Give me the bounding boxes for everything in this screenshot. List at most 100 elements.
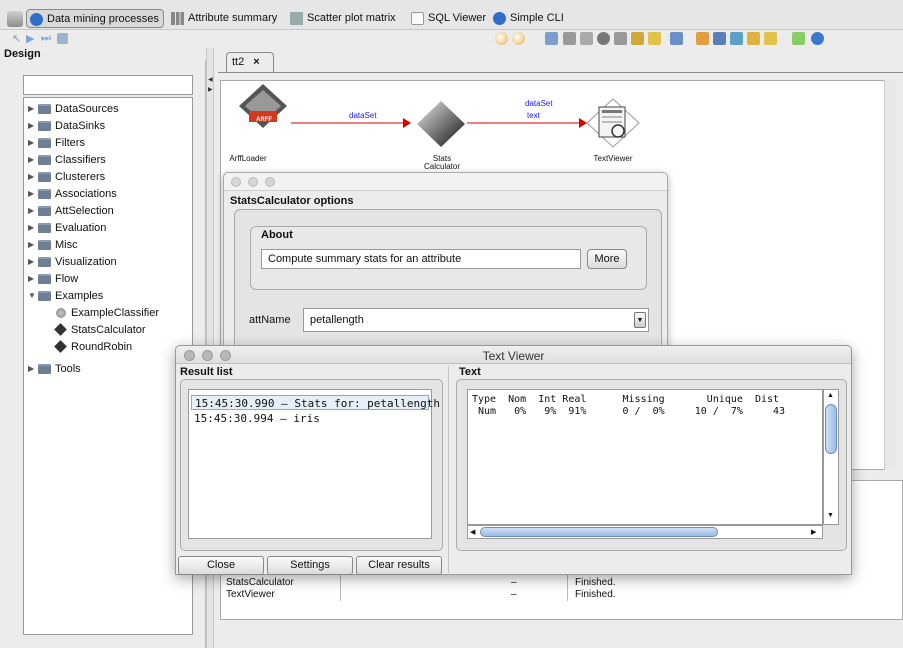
- clear-results-button[interactable]: Clear results: [356, 556, 442, 575]
- tab-simple-cli[interactable]: Simple CLI: [490, 9, 568, 28]
- scroll-down-icon[interactable]: ▼: [827, 512, 834, 519]
- text-viewer-titlebar[interactable]: Text Viewer: [176, 346, 851, 364]
- save-icon[interactable]: [713, 32, 726, 45]
- zoom-in-icon[interactable]: [495, 32, 508, 45]
- close-button[interactable]: Close: [178, 556, 264, 575]
- play-icon[interactable]: ▶: [26, 32, 39, 45]
- cli-icon: [493, 12, 506, 25]
- status-text: Finished.: [575, 577, 616, 588]
- statscalculator-node[interactable]: [417, 101, 465, 147]
- step-icon[interactable]: ⏭: [41, 32, 54, 45]
- connection-arrow: [579, 118, 587, 128]
- folder-icon: [38, 138, 51, 148]
- statscalculator-label-line2: Calculator: [423, 162, 460, 171]
- result-list[interactable]: 15:45:30.990 – Stats for: petallength 15…: [188, 389, 440, 539]
- expand-icon[interactable]: ▶: [28, 220, 34, 236]
- canvas-vertical-scrollbar[interactable]: [884, 80, 896, 470]
- attname-select[interactable]: petallength ▼: [303, 308, 649, 332]
- expand-icon[interactable]: ▶: [28, 169, 34, 185]
- result-list-label: Result list: [180, 366, 233, 378]
- attname-value: petallength: [310, 314, 364, 326]
- collapse-left-icon[interactable]: ◀: [208, 76, 213, 83]
- expand-icon[interactable]: ▶: [28, 254, 34, 270]
- note-icon[interactable]: [648, 32, 661, 45]
- expand-icon[interactable]: ▶: [28, 186, 34, 202]
- delete-icon[interactable]: [614, 32, 627, 45]
- expand-icon[interactable]: ▶: [28, 135, 34, 151]
- close-tab-icon[interactable]: ×: [253, 56, 259, 68]
- expand-icon[interactable]: ▶: [28, 118, 34, 134]
- expand-icon[interactable]: ▶: [28, 101, 34, 117]
- text-vertical-scrollbar[interactable]: ▲ ▼: [823, 389, 839, 525]
- select-all-icon[interactable]: [545, 32, 558, 45]
- stop-icon[interactable]: [57, 33, 68, 44]
- text-output[interactable]: Type Nom Int Real Missing Unique Dist Nu…: [467, 389, 823, 525]
- scroll-up-icon[interactable]: ▲: [827, 392, 834, 399]
- folder-icon: [38, 104, 51, 114]
- component-tree[interactable]: ▶ DataSources ▶ DataSinks ▶ Filters ▶ Classi…: [23, 97, 193, 635]
- tab-attribute-summary[interactable]: Attribute summary: [168, 9, 281, 28]
- expand-icon[interactable]: ▶: [28, 237, 34, 253]
- status-dash: –: [511, 577, 517, 588]
- design-panel-title: Design: [4, 48, 41, 60]
- scroll-left-icon[interactable]: ◀: [470, 528, 475, 536]
- tab-label: SQL Viewer: [428, 12, 487, 24]
- about-group: About Compute summary stats for an attri…: [250, 226, 647, 290]
- tab-scatter-plot-matrix[interactable]: Scatter plot matrix: [287, 9, 400, 28]
- status-row[interactable]: StatsCalculator – Finished.: [221, 577, 903, 589]
- scroll-thumb[interactable]: [825, 404, 837, 454]
- text-viewer-window: Text Viewer Result list 15:45:30.990 – S…: [175, 345, 852, 576]
- database-icon: [411, 12, 424, 25]
- settings-button[interactable]: Settings: [267, 556, 353, 575]
- expand-icon[interactable]: ▶: [28, 271, 34, 287]
- template-icon[interactable]: [764, 32, 777, 45]
- design-search-input[interactable]: [23, 75, 193, 95]
- collapse-icon[interactable]: ▼: [28, 288, 36, 304]
- flow-tab-label: tt2: [232, 56, 245, 68]
- zoom-out-icon[interactable]: [512, 32, 525, 45]
- connection-label-dataset-2: dataSet: [525, 99, 553, 108]
- arff-badge-text: ARFF: [256, 117, 272, 123]
- new-flow-icon[interactable]: [696, 32, 709, 45]
- paste-icon[interactable]: [597, 32, 610, 45]
- matrix-icon: [290, 12, 303, 25]
- expand-icon[interactable]: ▶: [28, 361, 34, 377]
- window-title: Text Viewer: [482, 349, 545, 363]
- text-horizontal-scrollbar[interactable]: ◀ ▶: [467, 525, 823, 539]
- dialog-titlebar[interactable]: [224, 173, 667, 191]
- statscalculator-options-dialog: StatsCalculator options About Compute su…: [223, 172, 668, 359]
- flow-tab-tt2[interactable]: tt2 ×: [226, 52, 274, 72]
- collapse-right-icon[interactable]: ▶: [208, 86, 213, 93]
- result-item[interactable]: 15:45:30.994 – iris: [191, 411, 429, 426]
- pointer-icon[interactable]: ↖: [12, 32, 25, 45]
- tab-label: Simple CLI: [510, 12, 564, 24]
- scroll-right-icon[interactable]: ▶: [811, 528, 816, 536]
- about-label: About: [261, 229, 293, 241]
- zoom-window-icon[interactable]: [265, 177, 275, 187]
- textviewer-node[interactable]: [586, 98, 640, 148]
- help-icon[interactable]: [811, 32, 824, 45]
- expand-icon[interactable]: ▶: [28, 203, 34, 219]
- tab-data-mining-processes[interactable]: Data mining processes: [26, 9, 164, 28]
- minimize-window-icon[interactable]: [248, 177, 258, 187]
- connection-label-dataset: dataSet: [349, 111, 377, 120]
- more-button[interactable]: More: [587, 249, 627, 269]
- snap-icon[interactable]: [631, 32, 644, 45]
- save-as-icon[interactable]: [730, 32, 743, 45]
- result-item[interactable]: 15:45:30.990 – Stats for: petallength: [191, 395, 440, 410]
- scroll-thumb[interactable]: [480, 527, 718, 537]
- cut-icon[interactable]: [563, 32, 576, 45]
- connection-label-text: text: [527, 111, 540, 120]
- copy-icon[interactable]: [580, 32, 593, 45]
- expand-icon[interactable]: ▶: [28, 152, 34, 168]
- chevron-down-icon[interactable]: ▼: [634, 312, 646, 328]
- diamond-icon: [54, 323, 67, 336]
- preferences-icon[interactable]: [792, 32, 805, 45]
- tab-sql-viewer[interactable]: SQL Viewer: [408, 9, 490, 28]
- open-icon[interactable]: [747, 32, 760, 45]
- split-pane-divider[interactable]: [448, 366, 452, 576]
- status-row[interactable]: TextViewer – Finished.: [221, 589, 903, 601]
- layout-icon[interactable]: [670, 32, 683, 45]
- close-window-icon[interactable]: [231, 177, 241, 187]
- tab-underline: [218, 72, 903, 73]
